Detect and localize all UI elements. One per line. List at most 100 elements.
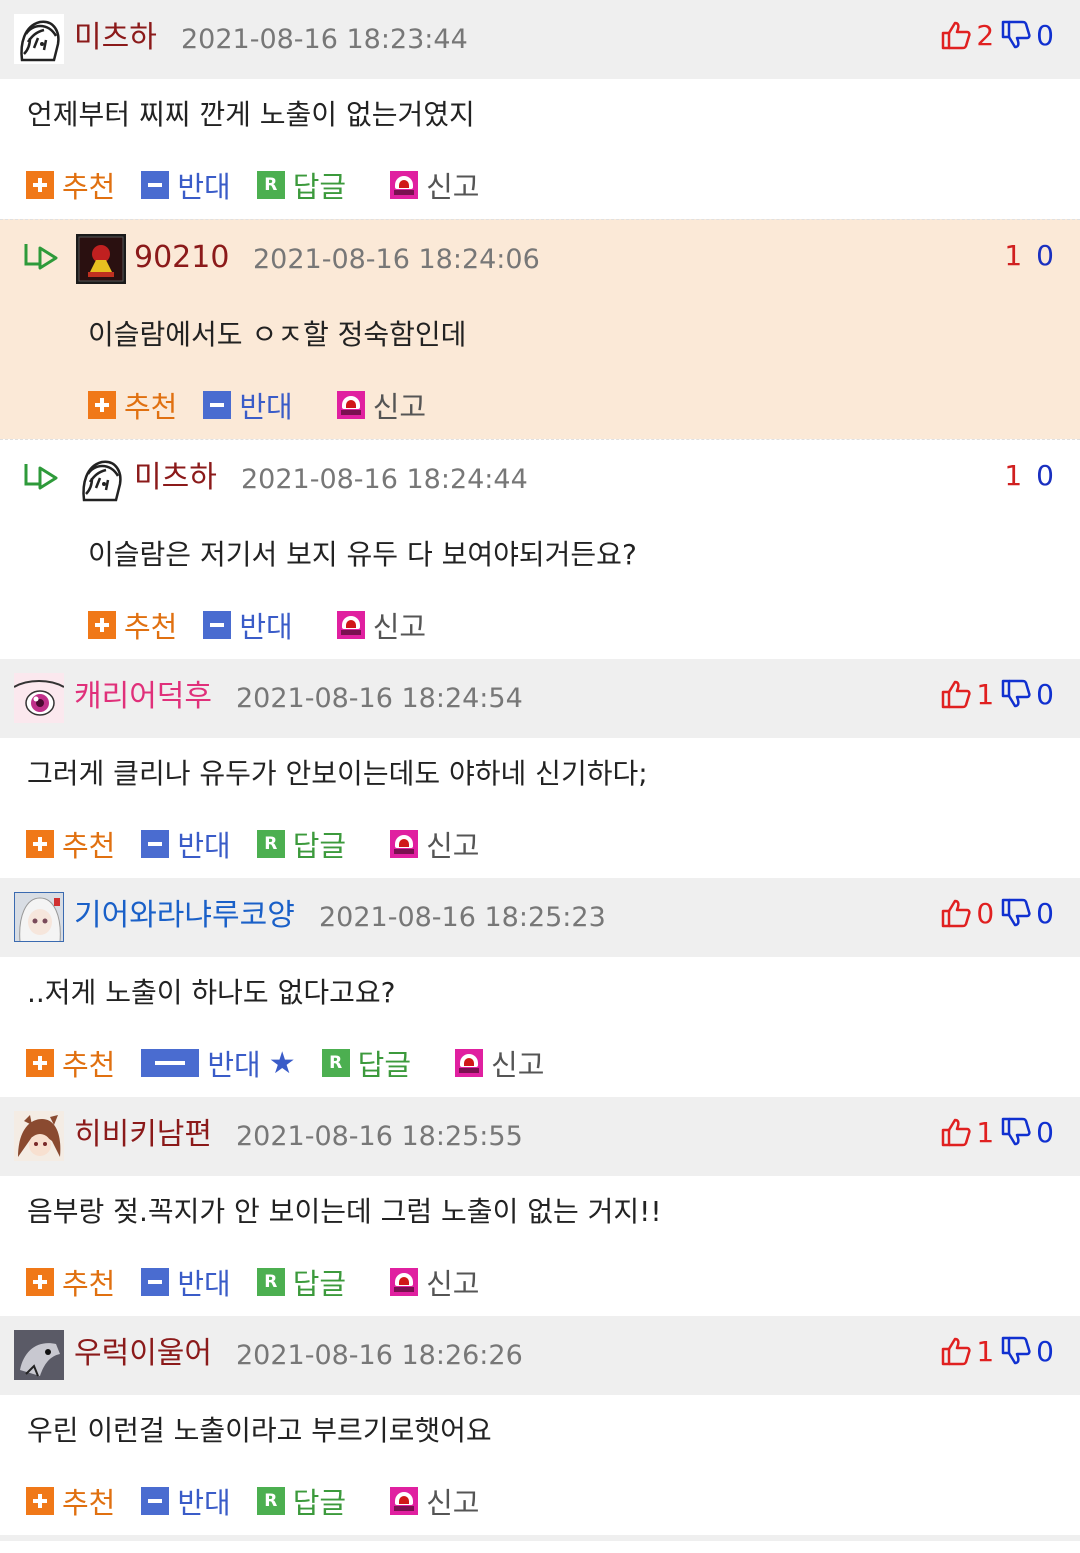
report-label: 신고 <box>426 829 480 863</box>
reply-badge-icon: R <box>256 830 285 858</box>
plus-icon <box>26 1268 54 1296</box>
recommend-button[interactable]: 추천 <box>88 384 177 426</box>
thumbs-up-icon[interactable] <box>940 1335 972 1367</box>
downvote-count: 0 <box>1036 896 1054 930</box>
reply-button[interactable]: R 답글 <box>321 1042 411 1084</box>
minus-icon <box>203 611 232 639</box>
oppose-button[interactable]: 반대 <box>141 164 231 206</box>
recommend-button[interactable]: 추천 <box>26 1261 115 1303</box>
minus-icon <box>141 1268 170 1296</box>
recommend-button[interactable]: 추천 <box>26 823 115 865</box>
oppose-button[interactable]: 반대 ★ <box>141 1042 296 1084</box>
thumbs-up-icon[interactable] <box>940 1116 972 1148</box>
recommend-label: 추천 <box>62 1267 116 1301</box>
anime-girl-avatar-icon[interactable] <box>76 454 126 504</box>
recommend-button[interactable]: 추천 <box>26 1480 115 1522</box>
comment-actions: 추천 반대 R 답글 신고 <box>0 151 1080 219</box>
comment-text: 그러게 클리나 유두가 안보이는데도 야하네 신기하다; <box>27 757 648 790</box>
thumbs-down-icon[interactable] <box>1000 1335 1032 1367</box>
reply-comment: 90210 2021-08-16 18:24:06 1 0 이슬람에서도 ㅇㅈ할… <box>0 219 1080 439</box>
reply-badge-icon: R <box>256 171 285 199</box>
oppose-button[interactable]: 반대 <box>203 384 293 426</box>
upvote-count: 1 <box>976 1334 995 1368</box>
report-label: 신고 <box>491 1048 545 1082</box>
thumbs-up-icon[interactable] <box>940 897 972 929</box>
thumbs-down-icon[interactable] <box>1000 1116 1032 1148</box>
upvote-count: 1 <box>976 677 995 711</box>
gray-creature-avatar-icon[interactable] <box>14 1330 64 1380</box>
plus-icon <box>26 1049 54 1077</box>
thumbs-down-icon[interactable] <box>1000 19 1032 51</box>
vote-counts: 1 0 <box>940 1331 1054 1371</box>
report-button[interactable]: 신고 <box>390 823 480 865</box>
white-hair-avatar-icon[interactable] <box>14 892 64 942</box>
thumbs-down-icon[interactable] <box>1000 678 1032 710</box>
vote-counts: 1 0 <box>940 674 1054 714</box>
reply-button[interactable]: R 답글 <box>256 1261 346 1303</box>
plus-icon <box>26 1487 54 1515</box>
pink-eye-avatar-icon[interactable] <box>14 673 64 723</box>
minus-icon <box>203 391 232 419</box>
downvote-count: 0 <box>1036 1334 1054 1368</box>
minus-icon <box>141 1487 170 1515</box>
oppose-button[interactable]: 반대 <box>141 1480 231 1522</box>
brown-hair-avatar-icon[interactable] <box>14 1111 64 1161</box>
report-button[interactable]: 신고 <box>390 1261 480 1303</box>
reply-badge-icon: R <box>256 1268 285 1296</box>
nickname[interactable]: 캐리어덕후 <box>74 677 212 717</box>
downvote-count: 0 <box>1036 238 1054 272</box>
report-label: 신고 <box>372 610 427 644</box>
comment-actions: 추천 반대 신고 <box>0 591 1080 659</box>
upvote-count: 2 <box>976 18 995 52</box>
minus-icon <box>141 171 170 199</box>
downvote-count: 0 <box>1036 18 1054 52</box>
siren-icon <box>336 391 365 419</box>
siren-icon <box>390 830 419 858</box>
oppose-label: 반대 <box>177 1267 231 1301</box>
oppose-button[interactable]: 반대 <box>141 1261 231 1303</box>
timestamp: 2021-08-16 18:25:55 <box>236 1121 523 1152</box>
oppose-button[interactable]: 반대 <box>203 604 293 646</box>
minus-icon <box>141 830 170 858</box>
reply-comment: 미츠하 2021-08-16 18:24:44 1 0 이슬람은 저기서 보지 … <box>0 439 1080 659</box>
nickname[interactable]: 90210 <box>134 238 229 278</box>
reply-button[interactable]: R 답글 <box>256 164 346 206</box>
recommend-button[interactable]: 추천 <box>26 1042 115 1084</box>
nickname[interactable]: 미츠하 <box>74 18 157 58</box>
comment-actions: 추천 반대 신고 <box>0 371 1080 439</box>
report-label: 신고 <box>426 1267 480 1301</box>
thumbs-up-icon[interactable] <box>940 678 972 710</box>
siren-icon <box>455 1049 484 1077</box>
oppose-button[interactable]: 반대 <box>141 823 231 865</box>
report-button[interactable]: 신고 <box>390 1480 480 1522</box>
thumbs-down-icon[interactable] <box>1000 897 1032 929</box>
dark-poster-avatar-icon[interactable] <box>76 234 126 284</box>
timestamp: 2021-08-16 18:26:26 <box>236 1340 523 1371</box>
report-button[interactable]: 신고 <box>390 164 480 206</box>
downvote-count: 0 <box>1036 1115 1054 1149</box>
reply-label: 답글 <box>292 1486 347 1520</box>
vote-counts: 1 0 <box>1004 455 1054 495</box>
report-button[interactable]: 신고 <box>336 604 427 646</box>
report-button[interactable]: 신고 <box>455 1042 544 1084</box>
reply-button[interactable]: R 답글 <box>256 1480 347 1522</box>
downvote-count: 0 <box>1036 677 1054 711</box>
comment-header: 미츠하 2021-08-16 18:23:44 2 0 <box>0 0 1080 79</box>
nickname[interactable]: 우럭이울어 <box>74 1334 212 1374</box>
comment-text: 이슬람은 저기서 보지 유두 다 보여야되거든요? <box>88 538 637 571</box>
siren-icon <box>336 611 365 639</box>
thumbs-up-icon[interactable] <box>940 19 972 51</box>
anime-girl-avatar-icon[interactable] <box>14 14 64 64</box>
recommend-button[interactable]: 추천 <box>88 604 177 646</box>
nickname[interactable]: 기어와라냐루코양 <box>74 896 295 936</box>
upvote-count: 1 <box>1004 238 1023 272</box>
plus-icon <box>88 611 116 639</box>
reply-button[interactable]: R 답글 <box>256 823 346 865</box>
recommend-button[interactable]: 추천 <box>26 164 115 206</box>
report-button[interactable]: 신고 <box>336 384 426 426</box>
report-label: 신고 <box>426 1486 480 1520</box>
upvote-count: 1 <box>976 1115 995 1149</box>
nickname[interactable]: 미츠하 <box>134 458 217 498</box>
nickname[interactable]: 히비키남편 <box>74 1115 212 1155</box>
comment-actions: 추천 반대 R 답글 신고 <box>0 1467 1080 1535</box>
